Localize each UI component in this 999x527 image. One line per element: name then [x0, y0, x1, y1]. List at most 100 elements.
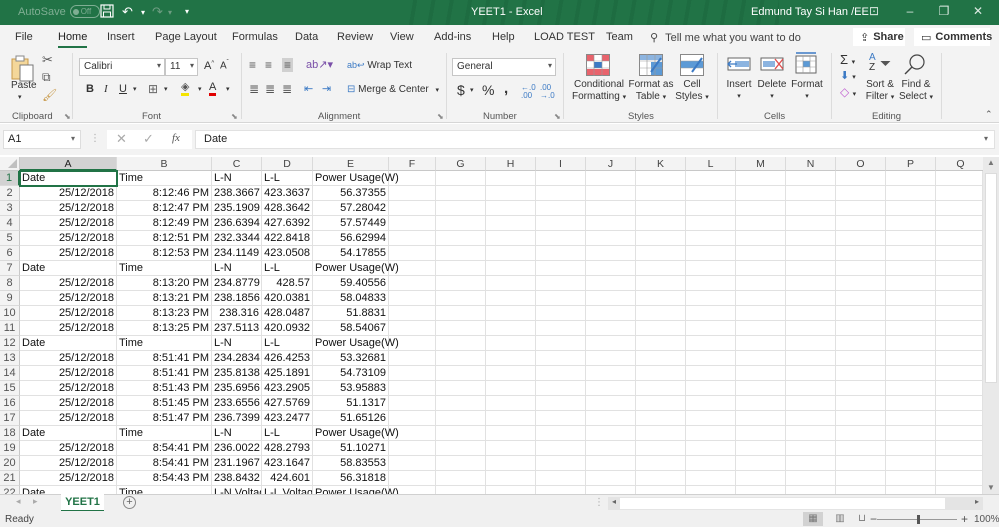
cell-m19[interactable]	[736, 441, 786, 456]
cell-d18[interactable]: L-L	[262, 426, 313, 441]
cell-l12[interactable]	[686, 336, 736, 351]
cell-d2[interactable]: 423.3637	[262, 186, 313, 201]
cell-g16[interactable]	[436, 396, 486, 411]
cell-i13[interactable]	[536, 351, 586, 366]
cell-c2[interactable]: 238.3667	[212, 186, 262, 201]
cell-p2[interactable]	[886, 186, 936, 201]
cell-g2[interactable]	[436, 186, 486, 201]
cell-b1[interactable]: Time	[117, 171, 212, 186]
cell-n22[interactable]	[786, 486, 836, 494]
cell-h9[interactable]	[486, 291, 536, 306]
row-header-21[interactable]: 21	[0, 471, 20, 486]
cell-p5[interactable]	[886, 231, 936, 246]
cell-g9[interactable]	[436, 291, 486, 306]
cell-n14[interactable]	[786, 366, 836, 381]
cell-n9[interactable]	[786, 291, 836, 306]
cell-p4[interactable]	[886, 216, 936, 231]
cell-l21[interactable]	[686, 471, 736, 486]
cell-m7[interactable]	[736, 261, 786, 276]
cell-a9[interactable]: 25/12/2018	[20, 291, 117, 306]
cell-c17[interactable]: 236.7399	[212, 411, 262, 426]
cell-o12[interactable]	[836, 336, 886, 351]
cell-g10[interactable]	[436, 306, 486, 321]
page-layout-view-icon[interactable]: ▥	[830, 512, 850, 526]
cell-k3[interactable]	[636, 201, 686, 216]
cell-c11[interactable]: 237.5113	[212, 321, 262, 336]
cell-p19[interactable]	[886, 441, 936, 456]
cell-l17[interactable]	[686, 411, 736, 426]
cell-h10[interactable]	[486, 306, 536, 321]
cell-i22[interactable]	[536, 486, 586, 494]
cell-l11[interactable]	[686, 321, 736, 336]
cell-f14[interactable]	[389, 366, 436, 381]
cell-k5[interactable]	[636, 231, 686, 246]
cell-l13[interactable]	[686, 351, 736, 366]
cell-k14[interactable]	[636, 366, 686, 381]
cell-n3[interactable]	[786, 201, 836, 216]
cell-e6[interactable]: 54.17855	[313, 246, 389, 261]
cell-m18[interactable]	[736, 426, 786, 441]
cell-k18[interactable]	[636, 426, 686, 441]
cell-b21[interactable]: 8:54:43 PM	[117, 471, 212, 486]
cell-p11[interactable]	[886, 321, 936, 336]
cell-j14[interactable]	[586, 366, 636, 381]
cell-m15[interactable]	[736, 381, 786, 396]
cell-p8[interactable]	[886, 276, 936, 291]
cell-n11[interactable]	[786, 321, 836, 336]
cell-o2[interactable]	[836, 186, 886, 201]
cell-k13[interactable]	[636, 351, 686, 366]
cell-g4[interactable]	[436, 216, 486, 231]
cell-j9[interactable]	[586, 291, 636, 306]
cell-b5[interactable]: 8:12:51 PM	[117, 231, 212, 246]
cell-c6[interactable]: 234.1149	[212, 246, 262, 261]
cell-p13[interactable]	[886, 351, 936, 366]
cell-k20[interactable]	[636, 456, 686, 471]
cell-b10[interactable]: 8:13:23 PM	[117, 306, 212, 321]
scroll-down-icon[interactable]: ▼	[983, 483, 999, 492]
cell-g19[interactable]	[436, 441, 486, 456]
row-header-6[interactable]: 6	[0, 246, 20, 261]
cell-q22[interactable]	[936, 486, 983, 494]
zoom-level[interactable]: 100%	[974, 514, 999, 525]
cell-k4[interactable]	[636, 216, 686, 231]
cell-f21[interactable]	[389, 471, 436, 486]
cell-q6[interactable]	[936, 246, 983, 261]
cell-p9[interactable]	[886, 291, 936, 306]
cell-n12[interactable]	[786, 336, 836, 351]
cell-e12[interactable]: Power Usage(W)	[313, 336, 399, 351]
cell-j12[interactable]	[586, 336, 636, 351]
cell-k1[interactable]	[636, 171, 686, 186]
cell-m13[interactable]	[736, 351, 786, 366]
cell-p14[interactable]	[886, 366, 936, 381]
cell-g1[interactable]	[436, 171, 486, 186]
cell-f18[interactable]	[389, 426, 436, 441]
cell-a5[interactable]: 25/12/2018	[20, 231, 117, 246]
cell-c16[interactable]: 233.6556	[212, 396, 262, 411]
cell-o5[interactable]	[836, 231, 886, 246]
row-header-8[interactable]: 8	[0, 276, 20, 291]
cell-h19[interactable]	[486, 441, 536, 456]
cell-n13[interactable]	[786, 351, 836, 366]
cell-b6[interactable]: 8:12:53 PM	[117, 246, 212, 261]
zoom-out-icon[interactable]: −	[870, 512, 877, 526]
cell-b8[interactable]: 8:13:20 PM	[117, 276, 212, 291]
cell-d13[interactable]: 426.4253	[262, 351, 313, 366]
cell-a19[interactable]: 25/12/2018	[20, 441, 117, 456]
cell-f19[interactable]	[389, 441, 436, 456]
cell-o17[interactable]	[836, 411, 886, 426]
cell-j19[interactable]	[586, 441, 636, 456]
cell-l9[interactable]	[686, 291, 736, 306]
cell-d21[interactable]: 424.601	[262, 471, 313, 486]
cell-b11[interactable]: 8:13:25 PM	[117, 321, 212, 336]
cell-e17[interactable]: 51.65126	[313, 411, 389, 426]
cell-n21[interactable]	[786, 471, 836, 486]
cell-c1[interactable]: L-N	[212, 171, 262, 186]
cell-f17[interactable]	[389, 411, 436, 426]
expand-formula-bar-icon[interactable]: ▾	[984, 134, 988, 143]
cell-i10[interactable]	[536, 306, 586, 321]
cell-d11[interactable]: 420.0932	[262, 321, 313, 336]
cell-l4[interactable]	[686, 216, 736, 231]
cell-o7[interactable]	[836, 261, 886, 276]
cell-j22[interactable]	[586, 486, 636, 494]
cell-n20[interactable]	[786, 456, 836, 471]
